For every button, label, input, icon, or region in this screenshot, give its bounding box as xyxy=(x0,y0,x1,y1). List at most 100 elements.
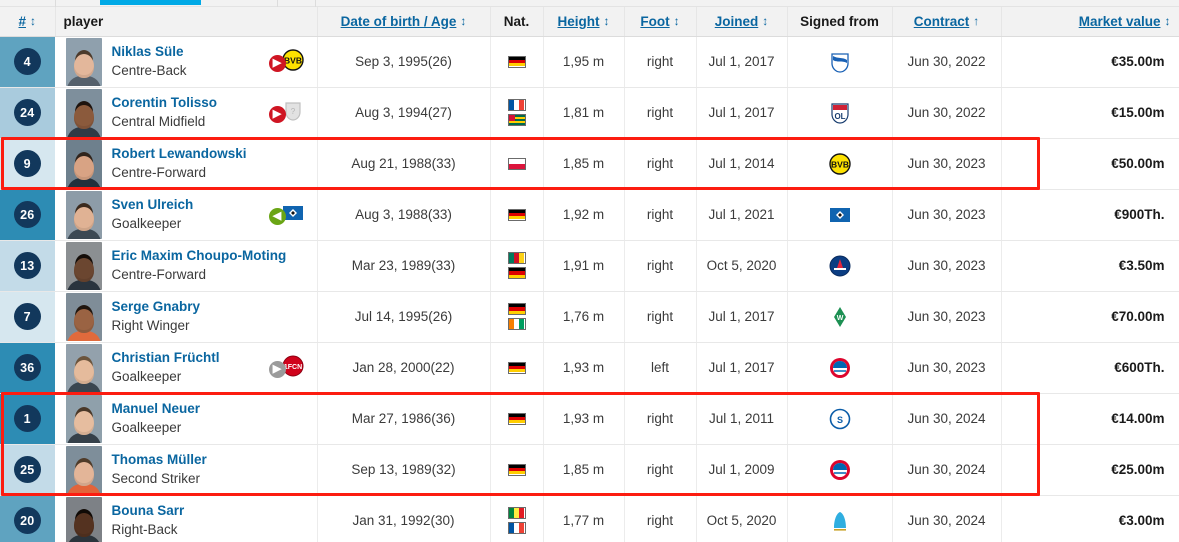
table-row[interactable]: 24 Corentin Tolisso Central Midfield ? ▶… xyxy=(0,87,1179,139)
player-name-link[interactable]: Bouna Sarr xyxy=(112,503,185,520)
table-row[interactable]: 1 Manuel Neuer Goalkeeper Mar 27, 1986(3… xyxy=(0,393,1179,445)
cell-player[interactable]: Serge Gnabry Right Winger xyxy=(55,291,318,343)
table-row[interactable]: 20 Bouna Sarr Right-Back Jan 31, 1992(30… xyxy=(0,495,1179,542)
cell-market-value[interactable]: €900Th. xyxy=(1001,189,1179,241)
table-row[interactable]: 25 Thomas Müller Second Striker Sep 13, … xyxy=(0,444,1179,496)
player-name-link[interactable]: Niklas Süle xyxy=(112,44,187,61)
column-header-signed-from: Signed from xyxy=(787,7,893,37)
club-crest-icon[interactable] xyxy=(829,510,851,532)
cell-player[interactable]: Eric Maxim Choupo-Moting Centre-Forward xyxy=(55,240,318,292)
sort-toggle-icon[interactable]: ↕ xyxy=(460,15,466,27)
column-header-contract[interactable]: Contract ↑ xyxy=(892,7,1002,37)
cell-player[interactable]: Corentin Tolisso Central Midfield ? ▶ xyxy=(55,87,318,139)
club-crest-icon[interactable]: OL xyxy=(829,102,851,124)
cell-signed-from[interactable]: OL xyxy=(787,87,893,139)
player-name-link[interactable]: Serge Gnabry xyxy=(112,299,201,316)
club-crest-icon[interactable]: W xyxy=(829,306,851,328)
table-row[interactable]: 7 Serge Gnabry Right Winger Jul 14, 1995… xyxy=(0,291,1179,343)
svg-text:W: W xyxy=(836,315,843,322)
column-header-joined[interactable]: Joined ↕ xyxy=(696,7,788,37)
shirt-number-badge: 20 xyxy=(13,507,41,534)
column-header-label: Height xyxy=(557,13,600,29)
cell-nationality xyxy=(490,87,544,139)
cell-height: 1,81 m xyxy=(543,87,625,139)
cell-signed-from[interactable]: BVB xyxy=(787,138,893,190)
player-name-link[interactable]: Manuel Neuer xyxy=(112,401,201,418)
player-name-link[interactable]: Corentin Tolisso xyxy=(112,95,218,112)
cell-signed-from[interactable] xyxy=(787,189,893,241)
cell-player[interactable]: Sven Ulreich Goalkeeper ◀ xyxy=(55,189,318,241)
column-header-dob[interactable]: Date of birth / Age ↕ xyxy=(317,7,491,37)
svg-text:1FCN: 1FCN xyxy=(283,364,301,371)
sort-toggle-icon[interactable]: ↕ xyxy=(604,15,610,27)
cell-signed-from[interactable] xyxy=(787,495,893,542)
club-crest-icon[interactable] xyxy=(829,51,851,73)
club-crest-icon[interactable] xyxy=(829,459,851,481)
cell-player[interactable]: Thomas Müller Second Striker xyxy=(55,444,318,496)
cell-player[interactable]: Manuel Neuer Goalkeeper xyxy=(55,393,318,445)
table-row[interactable]: 9 Robert Lewandowski Centre-Forward Aug … xyxy=(0,138,1179,190)
cell-joined: Jul 1, 2017 xyxy=(696,342,788,394)
cell-market-value[interactable]: €70.00m xyxy=(1001,291,1179,343)
transfer-indicator[interactable]: 1FCN ▶ xyxy=(267,354,307,382)
cell-signed-from[interactable] xyxy=(787,342,893,394)
transfer-indicator[interactable]: BVB ▶ xyxy=(267,48,307,76)
player-photo xyxy=(65,343,102,392)
cell-market-value[interactable]: €15.00m xyxy=(1001,87,1179,139)
player-photo xyxy=(65,445,102,494)
tab-seam xyxy=(277,0,278,7)
transfer-arrow-in-icon: ◀ xyxy=(268,207,286,225)
table-row[interactable]: 36 Christian Früchtl Goalkeeper 1FCN ▶ J… xyxy=(0,342,1179,394)
cell-contract: Jun 30, 2022 xyxy=(892,87,1002,139)
transfer-indicator[interactable]: ? ▶ xyxy=(267,99,307,127)
sort-toggle-icon[interactable]: ↕ xyxy=(1165,15,1171,27)
sort-asc-icon[interactable]: ↑ xyxy=(973,15,979,27)
cell-signed-from[interactable] xyxy=(787,444,893,496)
player-position: Centre-Forward xyxy=(111,164,207,180)
cell-contract: Jun 30, 2024 xyxy=(892,393,1002,445)
column-header-market-value[interactable]: Market value ↕ xyxy=(1001,7,1179,37)
table-row[interactable]: 4 Niklas Süle Centre-Back BVB ▶ Sep 3, 1… xyxy=(0,36,1179,88)
sort-toggle-icon[interactable]: ↕ xyxy=(30,15,36,27)
table-row[interactable]: 13 Eric Maxim Choupo-Moting Centre-Forwa… xyxy=(0,240,1179,292)
cell-player[interactable]: Bouna Sarr Right-Back xyxy=(55,495,318,542)
cell-signed-from[interactable] xyxy=(787,240,893,292)
sort-toggle-icon[interactable]: ↕ xyxy=(674,15,680,27)
player-name-link[interactable]: Robert Lewandowski xyxy=(112,146,247,163)
flag-icon xyxy=(507,303,526,315)
column-header-height[interactable]: Height ↕ xyxy=(543,7,625,37)
player-name-link[interactable]: Christian Früchtl xyxy=(112,350,220,367)
column-header-foot[interactable]: Foot ↕ xyxy=(624,7,697,37)
player-name-link[interactable]: Sven Ulreich xyxy=(112,197,194,214)
club-crest-icon[interactable] xyxy=(829,204,851,226)
cell-nationality xyxy=(490,36,544,88)
player-name-link[interactable]: Eric Maxim Choupo-Moting xyxy=(112,248,287,265)
cell-date-of-birth: Aug 3, 1988(33) xyxy=(317,189,491,241)
column-header-label: Joined xyxy=(714,13,759,29)
club-crest-icon[interactable] xyxy=(829,357,851,379)
cell-signed-from[interactable]: W xyxy=(787,291,893,343)
club-crest-icon[interactable] xyxy=(829,255,851,277)
transfer-indicator[interactable]: ◀ xyxy=(267,201,307,229)
cell-height: 1,77 m xyxy=(543,495,625,542)
sort-toggle-icon[interactable]: ↕ xyxy=(762,15,768,27)
column-header-number[interactable]: # ↕ xyxy=(0,7,56,37)
cell-player[interactable]: Robert Lewandowski Centre-Forward xyxy=(55,138,318,190)
cell-market-value[interactable]: €14.00m xyxy=(1001,393,1179,445)
cell-player[interactable]: Niklas Süle Centre-Back BVB ▶ xyxy=(55,36,318,88)
cell-market-value[interactable]: €35.00m xyxy=(1001,36,1179,88)
cell-market-value[interactable]: €3.00m xyxy=(1001,495,1179,542)
cell-player[interactable]: Christian Früchtl Goalkeeper 1FCN ▶ xyxy=(55,342,318,394)
cell-market-value[interactable]: €25.00m xyxy=(1001,444,1179,496)
club-crest-icon[interactable]: BVB xyxy=(828,152,851,175)
svg-text:?: ? xyxy=(290,107,295,116)
table-row[interactable]: 26 Sven Ulreich Goalkeeper ◀ Aug 3, 1988… xyxy=(0,189,1179,241)
cell-market-value[interactable]: €600Th. xyxy=(1001,342,1179,394)
cell-market-value[interactable]: €3.50m xyxy=(1001,240,1179,292)
club-crest-icon[interactable]: S xyxy=(829,408,851,430)
cell-signed-from[interactable]: S xyxy=(787,393,893,445)
cell-foot: left xyxy=(624,342,697,394)
cell-market-value[interactable]: €50.00m xyxy=(1001,138,1179,190)
player-name-link[interactable]: Thomas Müller xyxy=(112,452,207,469)
cell-signed-from[interactable] xyxy=(787,36,893,88)
